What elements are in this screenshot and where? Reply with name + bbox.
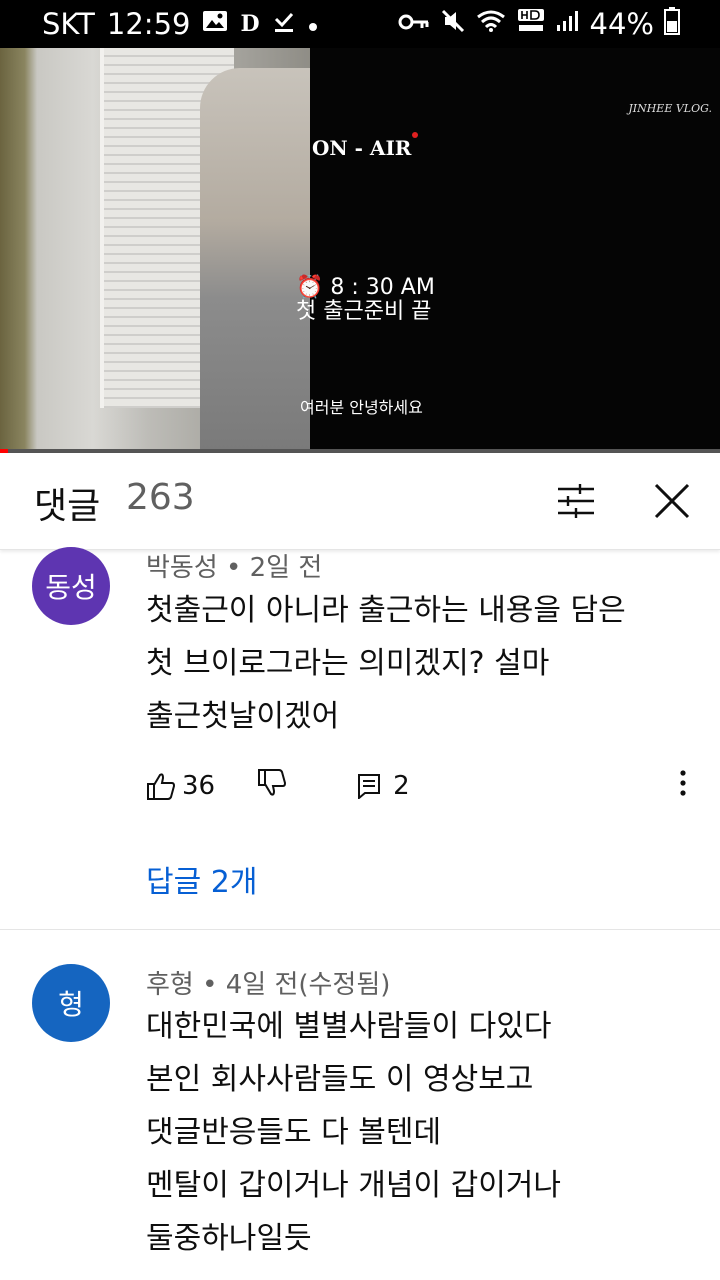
divider (0, 929, 720, 930)
hd-voice-icon (516, 8, 546, 40)
comment-icon (358, 774, 381, 799)
comment-line: 둘중하나일듯 (146, 1221, 312, 1256)
battery-percent-label: 44% (589, 7, 654, 41)
more-notifications-icon (308, 10, 318, 38)
comment-meta: 후형 • 4일 전(수정됨) (146, 970, 391, 1000)
video-credit: JINHEE VLOG. (628, 102, 712, 115)
comment-author[interactable]: 박동성 (146, 553, 218, 583)
comment-time: 2일 전 (249, 553, 323, 583)
on-air-dot-icon (412, 132, 418, 138)
signal-icon (556, 10, 580, 38)
comment-line: 댓글반응들도 다 볼텐데 (146, 1115, 442, 1150)
mute-icon (440, 8, 466, 40)
video-frame-person (200, 68, 310, 452)
status-bar: SKT 12:59 D 44% (0, 0, 720, 48)
comment-time: 4일 전(수정됨) (225, 970, 391, 1000)
battery-icon (664, 7, 680, 41)
clock-label: 12:59 (106, 7, 191, 41)
comment-item: 동성 박동성 • 2일 전 첫출근이 아니라 출근하는 내용을 담은 첫 브이로… (0, 547, 720, 929)
video-subtitle-text: 여러분 안녕하세요 (300, 398, 423, 417)
like-count: 36 (182, 771, 216, 801)
comment-item: 형 후형 • 4일 전(수정됨) 대한민국에 별별사람들이 다있다 본인 회사사… (0, 964, 720, 1280)
alarm-clock-icon: ⏰ (296, 275, 324, 300)
video-time-caption: ⏰ 8 : 30 AM 첫 출근준비 끝 (296, 276, 435, 324)
avatar-text: 형 (58, 988, 84, 1021)
video-player[interactable]: ON - AIR JINHEE VLOG. ⏰ 8 : 30 AM 첫 출근준비… (0, 48, 720, 452)
wifi-icon (476, 9, 506, 39)
video-caption-text: 첫 출근준비 끝 (296, 299, 432, 324)
d-app-icon: D (240, 11, 260, 37)
reply-count: 2 (393, 771, 410, 801)
avatar[interactable]: 동성 (32, 547, 110, 625)
comment-line: 출근첫날이겠어 (146, 699, 340, 734)
video-time-text: 8 : 30 AM (330, 275, 435, 300)
sort-filter-icon[interactable] (556, 483, 596, 519)
comment-line: 첫출근이 아니라 출근하는 내용을 담은 (146, 593, 626, 628)
comment-line: 본인 회사사람들도 이 영상보고 (146, 1062, 534, 1097)
dislike-button[interactable] (257, 768, 287, 805)
video-overlay-title: ON - AIR (312, 136, 412, 160)
view-replies-link[interactable]: 답글 2개 (146, 857, 257, 901)
key-icon (398, 10, 430, 38)
more-options-icon[interactable] (676, 769, 690, 803)
comment-line: 멘탈이 갑이거나 개념이 갑이거나 (146, 1168, 562, 1203)
comment-line: 첫 브이로그라는 의미겠지? 설마 (146, 646, 550, 681)
comment-actions: 36 2 (146, 766, 410, 806)
comment-line: 대한민국에 별별사람들이 다있다 (146, 1009, 552, 1044)
comment-body: 첫출근이 아니라 출근하는 내용을 담은 첫 브이로그라는 의미겠지? 설마 출… (146, 584, 686, 743)
comments-title: 댓글 (34, 486, 101, 527)
close-icon[interactable] (650, 479, 694, 523)
reply-button[interactable]: 2 (357, 771, 410, 801)
download-done-icon (272, 9, 296, 39)
comments-count: 263 (126, 477, 195, 518)
comment-author[interactable]: 후형 (146, 970, 194, 1000)
comments-header: 댓글 263 (0, 453, 720, 550)
thumbs-up-icon (147, 773, 176, 800)
like-button[interactable]: 36 (146, 771, 215, 801)
avatar[interactable]: 형 (32, 964, 110, 1042)
thumbs-down-icon (258, 768, 287, 796)
carrier-label: SKT (42, 7, 95, 41)
comment-meta: 박동성 • 2일 전 (146, 553, 323, 583)
avatar-text: 동성 (45, 571, 97, 604)
comment-body: 대한민국에 별별사람들이 다있다 본인 회사사람들도 이 영상보고 댓글반응들도… (146, 1000, 686, 1265)
gallery-icon (202, 10, 228, 38)
